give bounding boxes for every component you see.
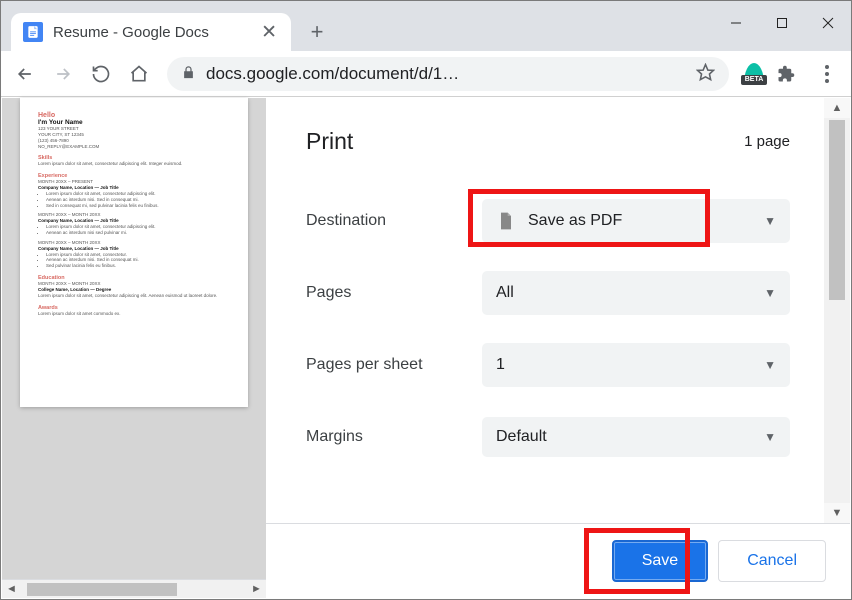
print-header: Print 1 page <box>306 128 790 155</box>
print-title: Print <box>306 128 353 155</box>
print-settings-scroll: Print 1 page Destination Save as PDF ▼ P… <box>266 98 824 523</box>
extension-beta-icon[interactable]: BETA <box>739 59 769 89</box>
scroll-down-icon[interactable]: ▼ <box>824 503 850 523</box>
preview-page: Hello I'm Your Name 123 YOUR STREET YOUR… <box>20 98 248 407</box>
scroll-track[interactable] <box>824 118 850 503</box>
scroll-thumb[interactable] <box>829 120 845 300</box>
destination-row: Destination Save as PDF ▼ <box>306 199 790 243</box>
pages-per-sheet-select[interactable]: 1 ▼ <box>482 343 790 387</box>
print-settings-pane: Print 1 page Destination Save as PDF ▼ P… <box>266 98 850 598</box>
chevron-down-icon: ▼ <box>764 214 776 228</box>
preview-horizontal-scrollbar[interactable]: ◄ ► <box>2 579 266 598</box>
destination-select[interactable]: Save as PDF ▼ <box>482 199 790 243</box>
resume-name: I'm Your Name <box>38 119 230 126</box>
menu-dots-icon <box>825 65 829 83</box>
pages-per-sheet-value: 1 <box>496 356 764 374</box>
url-text: docs.google.com/document/d/1… <box>206 64 686 84</box>
new-tab-button[interactable]: + <box>303 18 331 46</box>
back-button[interactable] <box>7 56 43 92</box>
pages-label: Pages <box>306 284 482 302</box>
tab-title: Resume - Google Docs <box>53 24 253 41</box>
scroll-up-icon[interactable]: ▲ <box>824 98 850 118</box>
pdf-page-icon <box>496 211 516 231</box>
browser-toolbar: docs.google.com/document/d/1… BETA <box>1 51 851 97</box>
settings-vertical-scrollbar[interactable]: ▲ ▼ <box>824 98 850 523</box>
pages-select[interactable]: All ▼ <box>482 271 790 315</box>
bookmark-star-icon[interactable] <box>696 63 715 85</box>
destination-value: Save as PDF <box>528 212 764 230</box>
lock-icon <box>181 65 196 83</box>
pages-per-sheet-label: Pages per sheet <box>306 356 482 374</box>
tab-close-icon[interactable]: ✕ <box>261 21 277 44</box>
browser-menu-button[interactable] <box>809 56 845 92</box>
chevron-down-icon: ▼ <box>764 358 776 372</box>
scroll-track[interactable] <box>21 580 247 598</box>
browser-tab[interactable]: Resume - Google Docs ✕ <box>11 13 291 51</box>
print-footer: Save Cancel <box>266 523 850 598</box>
scroll-right-icon[interactable]: ► <box>247 580 266 599</box>
chevron-down-icon: ▼ <box>764 430 776 444</box>
window-maximize-button[interactable] <box>759 7 805 39</box>
window-close-button[interactable] <box>805 7 851 39</box>
chevron-down-icon: ▼ <box>764 286 776 300</box>
margins-label: Margins <box>306 428 482 446</box>
browser-titlebar: Resume - Google Docs ✕ + <box>1 1 851 51</box>
pages-row: Pages All ▼ <box>306 271 790 315</box>
destination-label: Destination <box>306 212 482 230</box>
margins-value: Default <box>496 428 764 446</box>
margins-row: Margins Default ▼ <box>306 415 790 459</box>
margins-select[interactable]: Default ▼ <box>482 417 790 457</box>
extensions-button[interactable] <box>771 59 801 89</box>
reload-button[interactable] <box>83 56 119 92</box>
save-button[interactable]: Save <box>612 540 708 582</box>
scroll-thumb[interactable] <box>27 583 177 596</box>
address-bar[interactable]: docs.google.com/document/d/1… <box>167 57 729 91</box>
pages-value: All <box>496 284 764 302</box>
page-count: 1 page <box>744 133 790 150</box>
print-dialog: Hello I'm Your Name 123 YOUR STREET YOUR… <box>2 98 850 598</box>
scroll-left-icon[interactable]: ◄ <box>2 580 21 599</box>
window-minimize-button[interactable] <box>713 7 759 39</box>
forward-button <box>45 56 81 92</box>
docs-favicon-icon <box>23 22 43 42</box>
home-button[interactable] <box>121 56 157 92</box>
tab-strip: Resume - Google Docs ✕ + <box>1 1 713 51</box>
window-controls <box>713 7 851 39</box>
resume-hello: Hello <box>38 112 230 119</box>
cancel-button[interactable]: Cancel <box>718 540 826 582</box>
beta-badge: BETA <box>741 75 767 85</box>
print-preview-pane: Hello I'm Your Name 123 YOUR STREET YOUR… <box>2 98 266 598</box>
pages-per-sheet-row: Pages per sheet 1 ▼ <box>306 343 790 387</box>
